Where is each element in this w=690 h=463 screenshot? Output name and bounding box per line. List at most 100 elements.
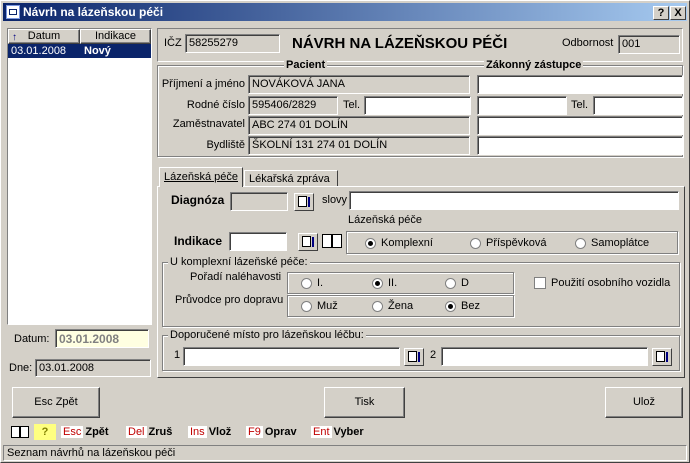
help-button[interactable]: ? xyxy=(653,6,669,20)
patient-tel-label: Tel. xyxy=(343,99,361,111)
back-button[interactable]: Esc Zpět xyxy=(12,387,100,418)
indication-book-icon[interactable] xyxy=(320,233,344,251)
hotkey-ent[interactable]: Ent Vyber xyxy=(309,425,368,440)
place2-label: 2 xyxy=(430,349,437,361)
tab-panel: Diagnóza slovy Lázeňská péče Komplexní P… xyxy=(157,186,685,378)
book-icon-left xyxy=(11,426,20,438)
table-row[interactable]: 03.01.2008 Nový xyxy=(8,44,151,58)
slovy-label: slovy xyxy=(322,194,348,206)
surname-label: Příjmení a jméno xyxy=(161,78,245,90)
diagnosis-text-field[interactable] xyxy=(349,191,679,210)
guardian-address-field[interactable] xyxy=(477,136,683,155)
row-indication: Nový xyxy=(84,45,111,57)
hotkey-f9[interactable]: F9 Oprav xyxy=(244,425,301,440)
form-header: IČZ 58255279 NÁVRH NA LÁZEŇSKOU PÉČI Odb… xyxy=(157,28,683,62)
hotkey-ins-key: Ins xyxy=(188,426,207,438)
book-icon[interactable] xyxy=(9,424,33,440)
column-header-indication[interactable]: Indikace xyxy=(80,29,151,44)
own-car-checkbox[interactable] xyxy=(534,277,546,289)
indication-lookup-icon[interactable] xyxy=(298,233,318,251)
column-header-date[interactable]: ↑ Datum xyxy=(8,29,80,44)
care-radio-selfpay[interactable] xyxy=(575,238,586,249)
tab-spa-care[interactable]: Lázeňská péče xyxy=(159,167,243,187)
close-button[interactable]: X xyxy=(670,6,686,20)
urgency-radio-d[interactable] xyxy=(445,278,456,289)
hotkey-ins-label: Vlož xyxy=(208,426,232,438)
care-group-label: Lázeňská péče xyxy=(348,214,422,226)
employer-field[interactable]: ABC 274 01 DOLÍN xyxy=(248,116,470,135)
hotkey-del[interactable]: Del Zruš xyxy=(124,425,176,440)
diagnosis-label: Diagnóza xyxy=(171,193,225,207)
save-button[interactable]: Ulož xyxy=(605,387,683,418)
hotkey-del-label: Zruš xyxy=(148,426,173,438)
guardian-group-label: Zákonný zástupce xyxy=(484,59,584,71)
hotkey-esc[interactable]: Esc Zpět xyxy=(59,425,113,440)
place2-lookup-icon[interactable] xyxy=(652,348,672,366)
proposal-list[interactable]: ↑ Datum Indikace 03.01.2008 Nový xyxy=(7,28,152,325)
list-header: ↑ Datum Indikace xyxy=(8,29,151,44)
odbornost-label: Odbornost xyxy=(562,37,614,49)
place1-lookup-icon[interactable] xyxy=(404,348,424,366)
guardian-name-field[interactable] xyxy=(477,75,683,94)
print-button[interactable]: Tisk xyxy=(324,387,405,418)
book-page-left xyxy=(322,234,332,248)
row-date: 03.01.2008 xyxy=(11,45,67,57)
place1-field[interactable] xyxy=(183,347,400,366)
tab-medical-report-label: Lékařská zpráva xyxy=(249,173,330,185)
hint-icon[interactable]: ? xyxy=(34,424,56,440)
title-bar[interactable]: Návrh na lázeňskou péči ? X xyxy=(3,3,687,21)
diagnosis-lookup-icon[interactable] xyxy=(294,193,314,211)
birthno-label: Rodné číslo xyxy=(186,99,245,111)
complex-group-label: U komplexní lázeňské péče: xyxy=(168,256,310,268)
own-car-label: Použití osobního vozidla xyxy=(551,277,671,289)
book-icon-right xyxy=(20,426,29,438)
form-title: NÁVRH NA LÁZEŇSKOU PÉČI xyxy=(292,35,508,52)
urgency-option-d-label: D xyxy=(461,277,469,289)
companion-radio-male[interactable] xyxy=(301,301,312,312)
urgency-radio-2[interactable] xyxy=(372,278,383,289)
window-title: Návrh na lázeňskou péči xyxy=(23,5,164,19)
companion-group: Muž Žena Bez xyxy=(287,295,514,317)
guardian-tel-label: Tel. xyxy=(571,99,589,111)
patient-group-label: Pacient xyxy=(284,59,328,71)
companion-radio-none[interactable] xyxy=(445,301,456,312)
care-radio-complex[interactable] xyxy=(365,238,376,249)
urgency-option-2-label: II. xyxy=(388,277,398,289)
place2-field[interactable] xyxy=(441,347,648,366)
urgency-option-1-label: I. xyxy=(317,277,324,289)
icz-field[interactable]: 58255279 xyxy=(185,34,280,53)
care-type-group: Komplexní Příspěvková Samoplátce xyxy=(346,231,678,254)
companion-option-female-label: Žena xyxy=(388,300,414,312)
hotkey-ins[interactable]: Ins Vlož xyxy=(186,425,235,440)
urgency-label: Pořadí naléhavosti xyxy=(190,271,282,283)
hotkey-esc-key: Esc xyxy=(61,426,84,438)
companion-option-none-label: Bez xyxy=(461,300,480,312)
guardian-employer-field[interactable] xyxy=(477,116,683,135)
surname-field[interactable]: NOVÁKOVÁ JANA xyxy=(248,75,470,94)
companion-radio-female[interactable] xyxy=(372,301,383,312)
icz-label: IČZ xyxy=(164,37,182,49)
hotkey-ent-label: Vyber xyxy=(333,426,364,438)
odbornost-field[interactable]: 001 xyxy=(618,35,680,54)
hotkey-ent-key: Ent xyxy=(311,426,332,438)
column-header-date-label: Datum xyxy=(27,30,61,42)
hotkey-f9-key: F9 xyxy=(246,426,263,438)
indication-label: Indikace xyxy=(174,234,223,248)
care-radio-contribution[interactable] xyxy=(470,238,481,249)
datum-field[interactable]: 03.01.2008 xyxy=(55,329,149,348)
address-field[interactable]: ŠKOLNÍ 131 274 01 DOLÍN xyxy=(248,136,470,155)
care-option-contribution-label: Příspěvková xyxy=(486,237,547,249)
tab-spa-care-label: Lázeňská péče xyxy=(164,171,238,183)
dne-field[interactable]: 03.01.2008 xyxy=(35,359,151,377)
guardian-birthno-field[interactable] xyxy=(477,96,567,115)
urgency-radio-1[interactable] xyxy=(301,278,312,289)
main-window: Návrh na lázeňskou péči ? X ↑ Datum Indi… xyxy=(0,0,690,463)
birthno-field[interactable]: 595406/2829 xyxy=(248,96,338,115)
diagnosis-code-field[interactable] xyxy=(230,192,288,211)
patient-tel-field[interactable] xyxy=(364,96,471,115)
address-label: Bydliště xyxy=(206,139,245,151)
tab-medical-report[interactable]: Lékařská zpráva xyxy=(244,170,338,187)
indication-field[interactable] xyxy=(229,232,287,251)
care-option-complex-label: Komplexní xyxy=(381,237,433,249)
guardian-tel-field[interactable] xyxy=(593,96,683,115)
